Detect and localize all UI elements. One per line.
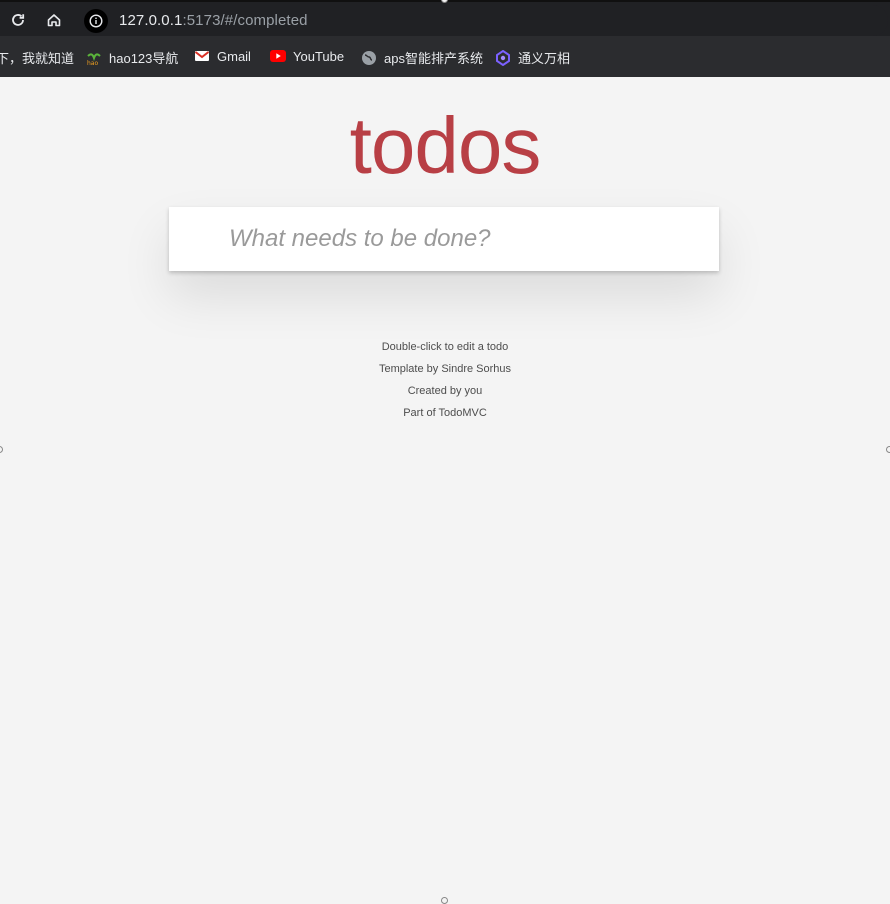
globe-icon <box>361 50 377 66</box>
todomvc-link[interactable]: Part of TodoMVC <box>0 402 890 424</box>
resize-handle[interactable] <box>886 446 890 453</box>
created-credit: Created by you <box>407 385 483 397</box>
edit-hint-text: Double-click to edit a todo <box>381 341 509 353</box>
bookmark-aps[interactable]: aps智能排产系统 <box>361 48 483 67</box>
todo-app: todos Double-click to edit a todo Templa… <box>0 77 890 902</box>
home-icon[interactable] <box>42 8 66 32</box>
resize-handle[interactable] <box>441 897 448 904</box>
bookmark-label: aps智能排产系统 <box>384 51 483 66</box>
bookmark-label: YouTube <box>293 48 345 64</box>
template-credit: Template by Sindre Sorhus <box>378 363 512 375</box>
bookmark-label: hao123导航 <box>109 51 179 66</box>
hao123-icon: hao <box>86 50 102 66</box>
youtube-icon <box>270 48 286 64</box>
bookmark-label: 通义万相 <box>518 51 571 66</box>
bookmark-youtube[interactable]: YouTube <box>270 48 344 64</box>
bookmarks-bar: 下，我就知道 hao hao123导航 Gmail YouTube aps智能排… <box>0 36 890 77</box>
svg-text:hao: hao <box>87 60 98 66</box>
bookmark-gmail[interactable]: Gmail <box>194 48 251 64</box>
bookmark-label: 下，我就知道 <box>0 51 75 66</box>
address-bar[interactable]: 127.0.0.1:5173/#/completed <box>82 5 888 36</box>
url-text[interactable]: 127.0.0.1:5173/#/completed <box>119 12 308 29</box>
bookmark-tongyi[interactable]: 通义万相 <box>495 48 570 67</box>
gmail-icon <box>194 48 210 64</box>
browser-chrome: 127.0.0.1:5173/#/completed 下，我就知道 hao ha… <box>0 0 890 77</box>
url-host: 127.0.0.1 <box>119 12 183 29</box>
info-footer: Double-click to edit a todo Template by … <box>0 336 890 424</box>
url-path: :5173/#/completed <box>182 12 308 29</box>
bookmark-hao123[interactable]: hao hao123导航 <box>86 48 178 67</box>
app-title: todos <box>349 101 542 190</box>
browser-toolbar: 127.0.0.1:5173/#/completed <box>0 0 890 36</box>
bookmark-label: Gmail <box>217 48 251 64</box>
bookmark-baidu[interactable]: 下，我就知道 <box>0 48 74 67</box>
new-todo-input[interactable] <box>169 207 719 271</box>
tongyi-icon <box>495 49 511 66</box>
site-info-icon[interactable] <box>84 8 108 33</box>
todo-panel <box>169 207 719 271</box>
reload-icon[interactable] <box>6 8 30 32</box>
